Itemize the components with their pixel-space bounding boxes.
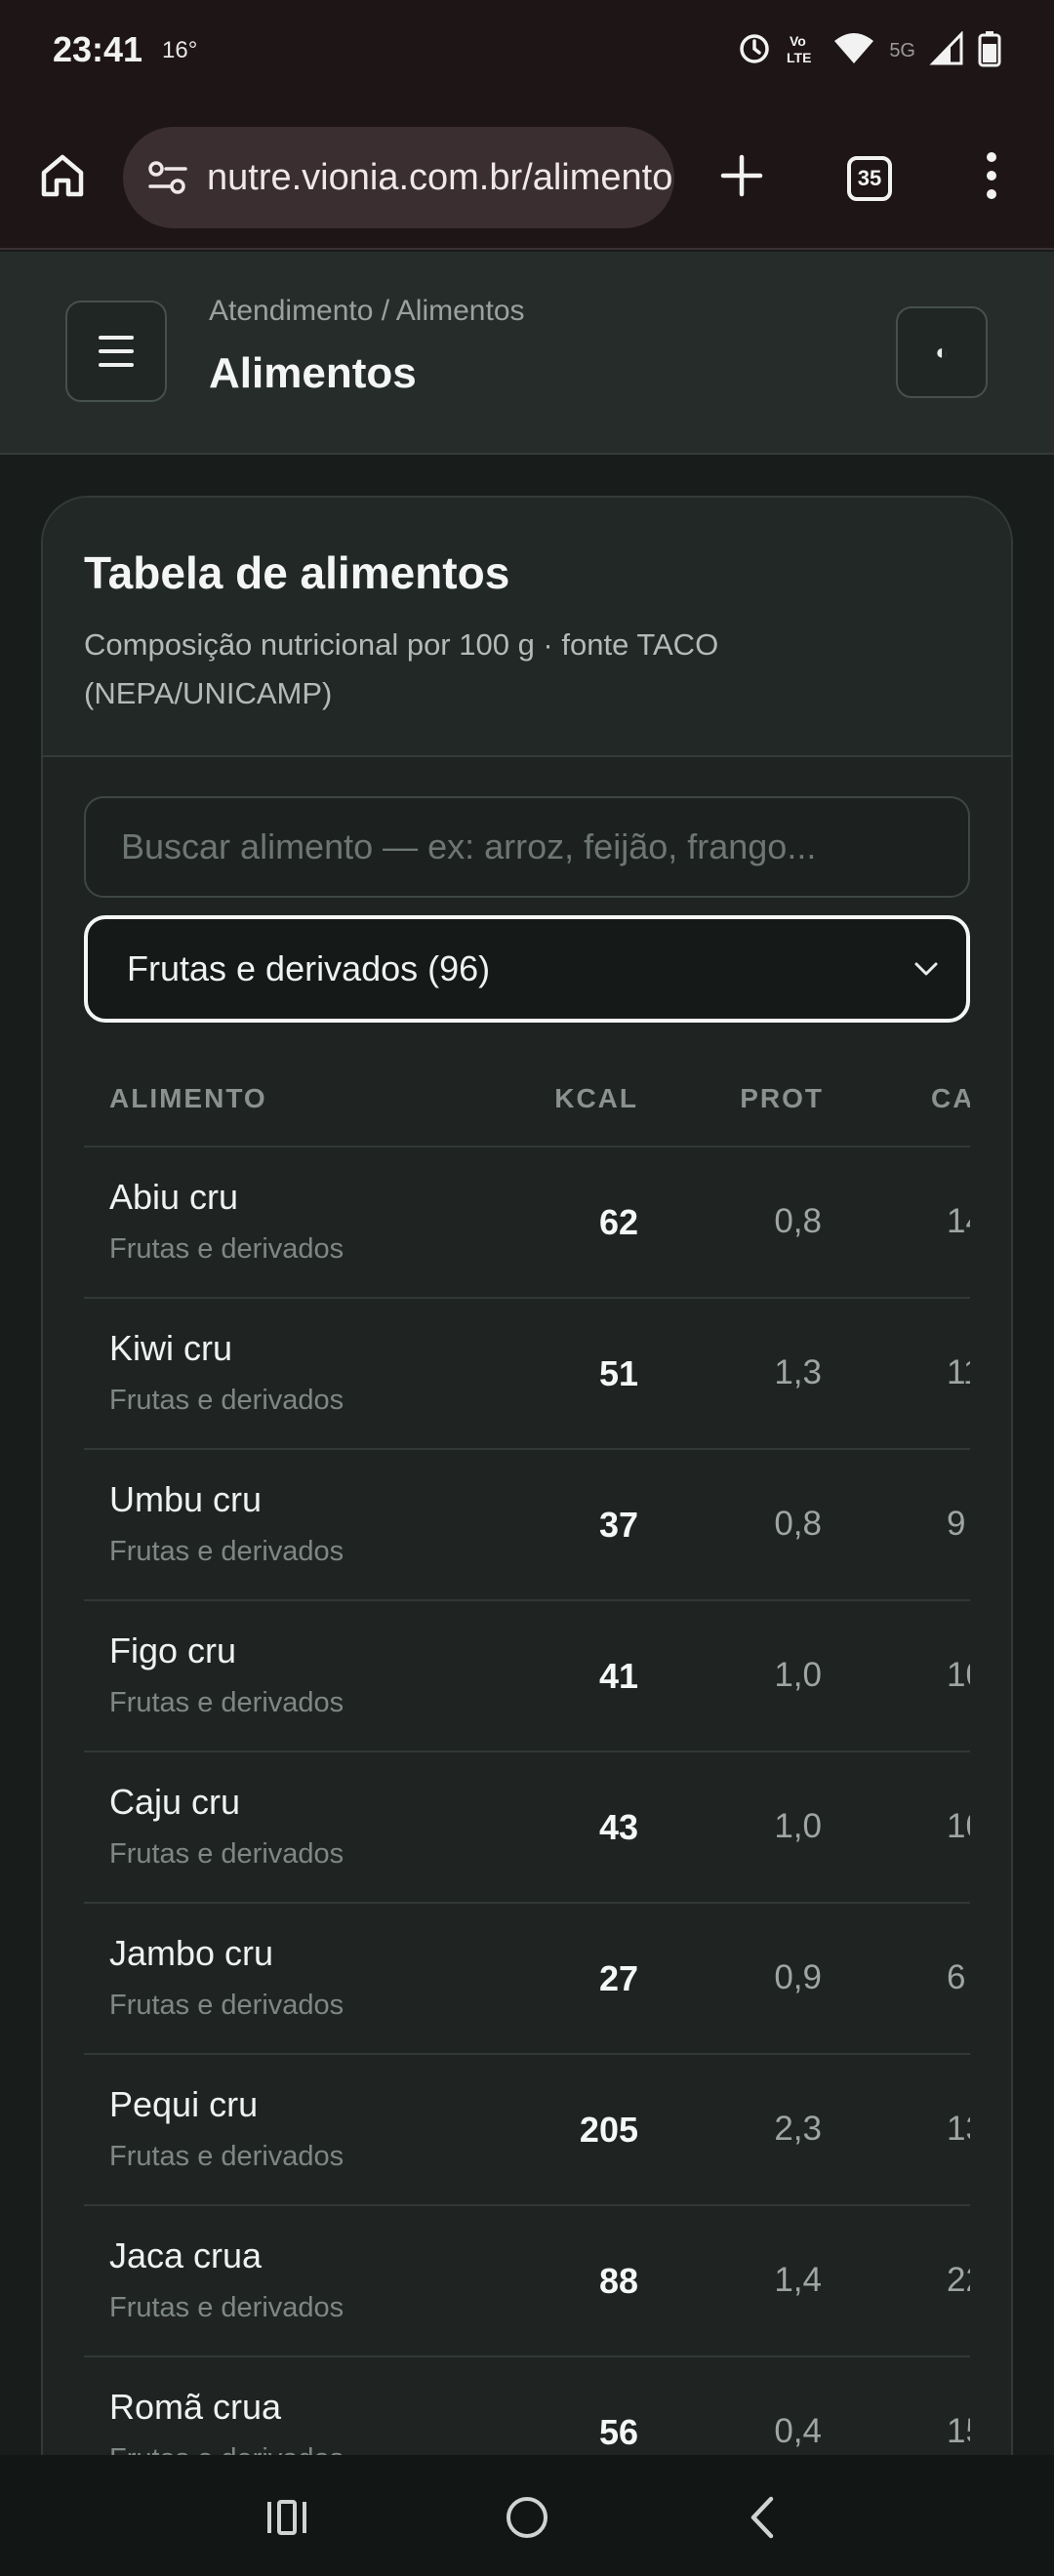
food-kcal: 62 [598,1202,638,1242]
back-icon[interactable] [724,2478,802,2556]
status-bar: 23:41 16° Vo LTE 5G [0,0,1054,107]
food-category: Frutas e derivados [109,1687,345,1718]
column-header-prot[interactable]: PROT [740,1083,824,1114]
category-select-value: Frutas e derivados (96) [127,948,491,988]
home-icon[interactable] [33,146,92,205]
table-row[interactable]: Umbu cru Frutas e derivados 37 0,8 9 [84,1450,970,1601]
battery-icon [978,30,1001,72]
breadcrumb: Atendimento / Alimentos [209,295,525,327]
food-carb: 11 [947,1353,970,1391]
food-carb: 9 [947,1505,966,1543]
table-header: ALIMENTO KCAL PROT CARB [84,1044,970,1147]
url-text[interactable]: nutre.vionia.com.br/alimentos [207,157,674,199]
food-carb: 15 [947,2412,970,2450]
overflow-menu-icon[interactable] [972,146,1011,205]
food-name: Jaca crua [109,2235,263,2275]
food-name: Umbu cru [109,1479,263,1519]
food-protein: 1,0 [774,1656,822,1694]
alarm-icon [737,31,772,71]
food-kcal: 88 [598,2261,638,2301]
food-protein: 1,0 [774,1807,822,1845]
tab-switcher-button[interactable]: 35 [847,156,892,201]
status-time: 23:41 [53,29,143,69]
table-row[interactable]: Kiwi cru Frutas e derivados 51 1,3 11 [84,1299,970,1450]
status-temperature: 16° [162,37,198,63]
category-select[interactable]: Frutas e derivados (96) [84,915,970,1023]
table-row[interactable]: Figo cru Frutas e derivados 41 1,0 10 [84,1601,970,1752]
food-kcal: 205 [579,2110,638,2150]
theme-toggle-button[interactable]: ◐ [896,306,988,398]
search-field[interactable] [84,796,970,898]
chevron-down-icon [913,960,939,983]
system-navigation-bar [0,2455,1054,2576]
food-name: Abiu cru [109,1177,239,1217]
status-icons: Vo LTE 5G [737,29,1001,72]
network-type-label: 5G [889,39,915,61]
food-protein: 1,4 [774,2261,822,2299]
food-carb: 6 [947,1958,966,1996]
svg-text:LTE: LTE [787,50,811,65]
wifi-icon [832,31,875,71]
food-name: Caju cru [109,1782,241,1822]
column-header-kcal[interactable]: KCAL [554,1083,638,1114]
foods-card: Tabela de alimentos Composição nutricion… [41,496,1013,2576]
food-category: Frutas e derivados [109,2292,345,2323]
column-header-carb[interactable]: CARB [931,1083,970,1114]
hamburger-menu-icon[interactable] [65,301,167,402]
column-header-food[interactable]: ALIMENTO [109,1083,267,1114]
foods-table: ALIMENTO KCAL PROT CARB Abiu cru Frutas … [84,1044,970,2576]
food-name: Figo cru [109,1630,237,1670]
food-protein: 0,8 [774,1202,822,1240]
home-circle-icon[interactable] [488,2478,566,2556]
food-protein: 1,3 [774,1353,822,1391]
food-carb: 10 [947,1656,970,1694]
food-carb: 10 [947,1807,970,1845]
address-bar[interactable]: nutre.vionia.com.br/alimentos [123,127,674,228]
card-title: Tabela de alimentos [84,547,510,598]
signal-icon [929,29,964,71]
food-protein: 2,3 [774,2110,822,2148]
food-protein: 0,8 [774,1505,822,1543]
food-kcal: 56 [598,2412,638,2452]
food-name: Pequi cru [109,2084,259,2124]
food-kcal: 51 [598,1353,638,1393]
new-tab-plus-icon[interactable] [712,146,771,205]
search-input[interactable] [121,826,951,867]
food-kcal: 27 [598,1958,638,1998]
table-row[interactable]: Caju cru Frutas e derivados 43 1,0 10 [84,1752,970,1904]
table-row[interactable]: Pequi cru Frutas e derivados 205 2,3 13 [84,2055,970,2206]
food-carb: 13 [947,2110,970,2148]
food-protein: 0,9 [774,1958,822,1996]
app-header: Atendimento / Alimentos Alimentos ◐ [0,252,1054,455]
table-row[interactable]: Jambo cru Frutas e derivados 27 0,9 6 [84,1904,970,2055]
svg-text:Vo: Vo [790,33,806,49]
food-category: Frutas e derivados [109,1990,345,2021]
food-name: Jambo cru [109,1933,274,1973]
volte-icon: Vo LTE [786,31,819,71]
table-row[interactable]: Abiu cru Frutas e derivados 62 0,8 14 [84,1147,970,1299]
food-name: Romã crua [109,2387,282,2427]
browser-toolbar: nutre.vionia.com.br/alimentos 35 [0,107,1054,250]
card-subtitle: Composição nutricional por 100 g · fonte… [84,627,719,710]
food-kcal: 43 [598,1807,638,1847]
food-carb: 14 [947,1202,970,1240]
recent-apps-icon[interactable] [248,2478,326,2556]
food-category: Frutas e derivados [109,2141,345,2172]
food-category: Frutas e derivados [109,1233,345,1265]
food-carb: 22 [947,2261,970,2299]
food-protein: 0,4 [774,2412,822,2450]
food-kcal: 37 [598,1505,638,1545]
site-settings-icon[interactable] [144,154,191,201]
food-category: Frutas e derivados [109,1838,345,1870]
food-name: Kiwi cru [109,1328,233,1368]
food-kcal: 41 [598,1656,638,1696]
page-title: Alimentos [209,349,417,397]
food-category: Frutas e derivados [109,1385,345,1416]
card-header: Tabela de alimentos Composição nutricion… [43,498,1011,757]
food-category: Frutas e derivados [109,1536,345,1567]
table-row[interactable]: Jaca crua Frutas e derivados 88 1,4 22 [84,2206,970,2357]
